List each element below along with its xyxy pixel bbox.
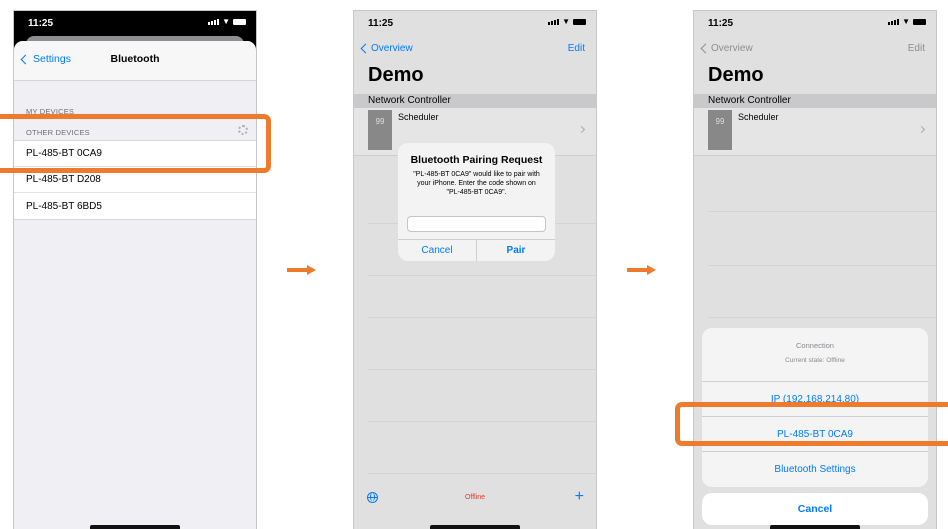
status-time: 11:25: [28, 18, 54, 29]
navigation-bar: Overview Edit: [354, 41, 596, 61]
row-divider: [368, 275, 596, 276]
phone-bluetooth-settings: 11:25 ▼ Settings Bluetooth MY DEVICES OT…: [13, 10, 257, 529]
group-header: Network Controller: [694, 94, 936, 108]
back-button[interactable]: Overview: [700, 43, 753, 54]
row-divider: [368, 369, 596, 370]
wifi-icon: ▼: [902, 17, 910, 26]
status-indicators: ▼: [548, 17, 586, 26]
action-sheet-title: Connection: [796, 341, 834, 350]
scheduler-cell[interactable]: 99 Scheduler: [694, 108, 936, 156]
chevron-left-icon: [360, 43, 371, 54]
edit-button[interactable]: Edit: [568, 43, 585, 54]
add-button[interactable]: +: [575, 488, 584, 506]
chevron-left-icon: [700, 43, 711, 54]
signal-icon: [548, 19, 560, 25]
chevron-right-icon: [917, 125, 926, 134]
group-header: Network Controller: [354, 94, 596, 108]
page-title: Demo: [368, 64, 424, 86]
pair-button[interactable]: Pair: [476, 240, 555, 261]
status-bar: 11:25 ▼: [694, 11, 936, 35]
signal-icon: [888, 19, 900, 25]
cell-badge: 99: [368, 110, 392, 150]
pairing-code-input[interactable]: [407, 216, 546, 232]
row-divider: [708, 265, 936, 266]
cell-badge: 99: [708, 110, 732, 150]
pairing-alert: Bluetooth Pairing Request "PL-485-BT 0CA…: [398, 143, 555, 261]
back-button-label: Overview: [371, 43, 413, 54]
device-row[interactable]: PL-485-BT 6BD5: [14, 193, 256, 219]
status-indicators: ▼: [888, 17, 926, 26]
status-time: 11:25: [708, 18, 734, 29]
row-divider: [368, 473, 596, 474]
back-button[interactable]: Overview: [360, 43, 413, 54]
edit-button[interactable]: Edit: [908, 43, 925, 54]
cancel-button[interactable]: Cancel: [398, 240, 476, 261]
status-text: Offline: [464, 494, 486, 501]
wifi-icon: ▼: [562, 17, 570, 26]
cancel-button[interactable]: Cancel: [702, 493, 928, 525]
battery-icon: [573, 19, 586, 25]
home-indicator: [430, 525, 520, 529]
row-divider: [708, 211, 936, 212]
row-divider: [368, 421, 596, 422]
highlight-box: [675, 402, 948, 446]
chevron-right-icon: [577, 125, 586, 134]
cell-title: Scheduler: [738, 112, 779, 122]
home-indicator: [770, 525, 860, 529]
highlight-box: [0, 114, 271, 173]
alert-buttons: Cancel Pair: [398, 239, 555, 261]
navigation-bar: Overview Edit: [694, 41, 936, 61]
battery-icon: [233, 19, 246, 25]
bottom-toolbar: Offline +: [354, 488, 596, 509]
page-title: Demo: [708, 64, 764, 86]
status-bar: 11:25 ▼: [354, 11, 596, 35]
status-bar: 11:25 ▼: [14, 11, 256, 35]
action-sheet-header: Connection Current state: Offline: [702, 328, 928, 382]
wifi-icon: ▼: [222, 17, 230, 26]
bluetooth-settings-option[interactable]: Bluetooth Settings: [702, 452, 928, 487]
back-button-label: Overview: [711, 43, 753, 54]
status-time: 11:25: [368, 18, 394, 29]
phone-connection-sheet: 11:25 ▼ Overview Edit Demo Network Contr…: [693, 10, 937, 529]
signal-icon: [208, 19, 220, 25]
row-divider: [368, 317, 596, 318]
row-divider: [708, 317, 936, 318]
cell-title: Scheduler: [398, 112, 439, 122]
arrow-right-icon: [287, 265, 317, 275]
alert-message: "PL-485-BT 0CA9" would like to pair with…: [413, 171, 540, 196]
action-sheet-subtitle: Current state: Offline: [785, 357, 845, 364]
battery-icon: [913, 19, 926, 25]
arrow-right-icon: [627, 265, 657, 275]
home-indicator: [90, 525, 180, 529]
navigation-bar: Settings Bluetooth: [14, 41, 256, 81]
page-title: Bluetooth: [110, 53, 160, 65]
alert-title: Bluetooth Pairing Request: [410, 154, 543, 166]
phone-pairing-request: 11:25 ▼ Overview Edit Demo Network Contr…: [353, 10, 597, 529]
status-indicators: ▼: [208, 17, 246, 26]
